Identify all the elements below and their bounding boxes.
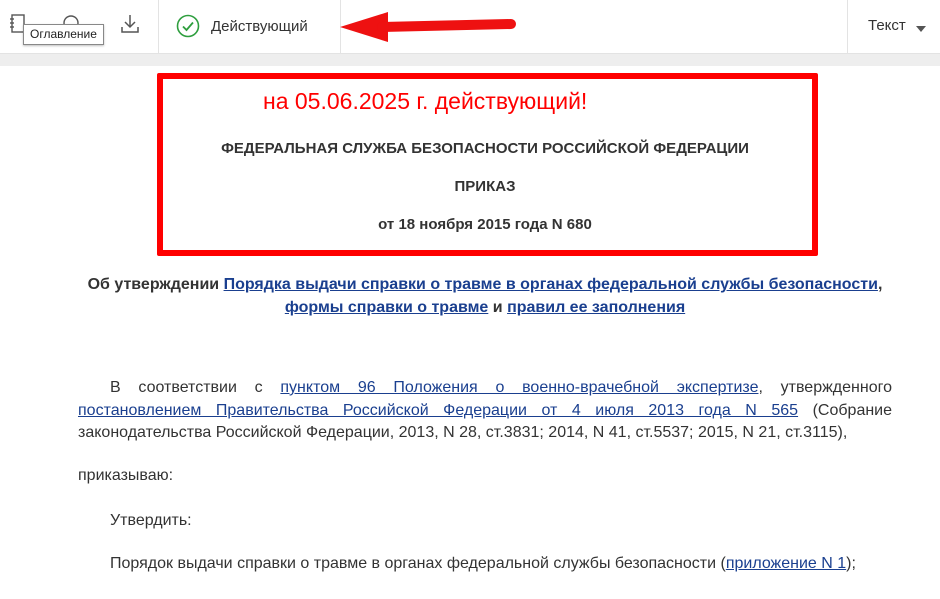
red-arrow-annotation: [340, 12, 516, 42]
check-circle-icon: [176, 14, 200, 38]
download-button[interactable]: [116, 10, 144, 38]
toc-tooltip: Оглавление: [23, 24, 104, 45]
link-appendix-1[interactable]: приложение N 1: [726, 555, 846, 572]
download-icon: [121, 15, 139, 33]
paragraph-procedure: Порядок выдачи справки о травме в органа…: [110, 555, 856, 572]
subject-link-form[interactable]: формы справки о травме: [285, 299, 489, 316]
content-separator: [0, 54, 940, 66]
paragraph-approve: Утвердить:: [110, 512, 192, 529]
subject-link-rules[interactable]: правил ее заполнения: [507, 299, 685, 316]
chevron-down-icon[interactable]: [916, 26, 926, 32]
document-status: Действующий: [176, 13, 308, 39]
agency-name: ФЕДЕРАЛЬНАЯ СЛУЖБА БЕЗОПАСНОСТИ РОССИЙСК…: [221, 140, 749, 157]
subject-link-procedure[interactable]: Порядка выдачи справки о травме в органа…: [224, 276, 878, 293]
view-mode-select[interactable]: Текст: [868, 17, 906, 34]
link-government-decree[interactable]: постановлением Правительства Российской …: [78, 402, 798, 419]
toolbar: Оглавление Действующий Текст: [0, 0, 940, 54]
document-date: от 18 ноября 2015 года N 680: [378, 216, 592, 233]
paragraph-basis: В соответствии с пунктом 96 Положения о …: [78, 379, 893, 441]
status-label: Действующий: [211, 17, 308, 35]
document-type: ПРИКАЗ: [454, 178, 516, 195]
link-regulation-point[interactable]: пунктом 96 Положения о военно-врачебной …: [280, 379, 758, 396]
status-annotation: на 05.06.2025 г. действующий!: [263, 88, 588, 114]
toolbar-divider: [158, 0, 159, 54]
document-subject: Об утверждении Порядка выдачи справки о …: [87, 276, 883, 316]
toolbar-divider: [847, 0, 848, 54]
paragraph-order: приказываю:: [78, 467, 174, 484]
